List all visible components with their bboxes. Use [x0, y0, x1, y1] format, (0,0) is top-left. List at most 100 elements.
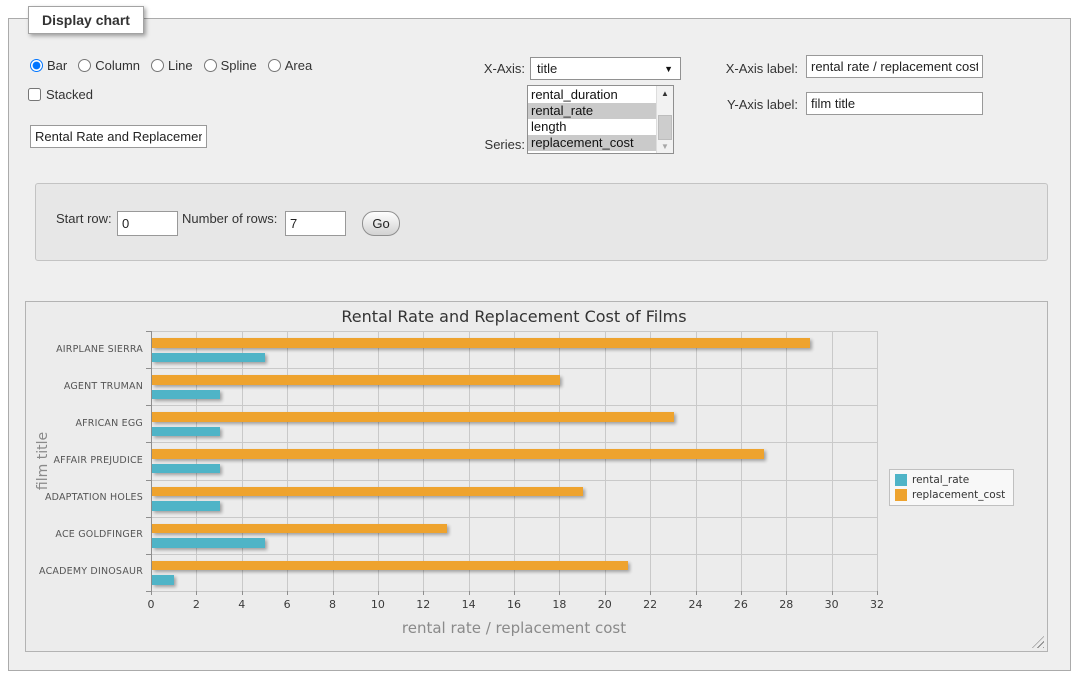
radio-label-bar: Bar [47, 58, 67, 73]
bar-replacement_cost [152, 524, 447, 534]
gridline-vertical [786, 331, 787, 591]
radio-area[interactable] [268, 59, 281, 72]
bar-replacement_cost [152, 449, 764, 459]
gridline-vertical [832, 331, 833, 591]
category-label: ACE GOLDFINGER [26, 529, 143, 541]
x-tick-label: 4 [222, 598, 262, 611]
bar-rental_rate [152, 501, 220, 511]
series-options: rental_durationrental_ratelengthreplacem… [528, 86, 656, 153]
radio-spline[interactable] [204, 59, 217, 72]
x-axis-tick [559, 591, 560, 595]
scrollbar-thumb[interactable] [658, 115, 672, 140]
bar-replacement_cost [152, 338, 810, 348]
chart-type-radio-group: Bar Column Line Spline Area [30, 55, 312, 75]
y-axis-label-input[interactable] [806, 92, 983, 115]
radio-label-area: Area [285, 58, 312, 73]
bar-replacement_cost [152, 412, 674, 422]
gridline-vertical [242, 331, 243, 591]
bar-rental_rate [152, 427, 220, 437]
category-label: ACADEMY DINOSAUR [26, 566, 143, 578]
gridline-vertical [741, 331, 742, 591]
category-label: AGENT TRUMAN [26, 381, 143, 393]
x-axis-tick [832, 591, 833, 595]
bar-rental_rate [152, 575, 174, 585]
series-option-rental_rate[interactable]: rental_rate [528, 103, 656, 119]
x-tick-label: 16 [494, 598, 534, 611]
x-tick-label: 24 [676, 598, 716, 611]
x-axis-tick [877, 591, 878, 595]
y-axis-tick [146, 331, 151, 332]
legend-item-rental_rate[interactable]: rental_rate [895, 474, 1005, 486]
x-tick-label: 18 [539, 598, 579, 611]
y-axis-label-label: Y-Axis label: [708, 97, 798, 112]
x-axis-tick [696, 591, 697, 595]
series-option-replacement_cost[interactable]: replacement_cost [528, 135, 656, 151]
series-listbox-scrollbar[interactable]: ▲ ▼ [656, 86, 673, 153]
x-axis-tick [242, 591, 243, 595]
y-axis-line [151, 331, 152, 591]
scroll-down-icon[interactable]: ▼ [657, 139, 673, 153]
plot-area [151, 331, 877, 591]
x-axis-select[interactable]: title ▼ [530, 57, 681, 80]
go-button[interactable]: Go [362, 211, 400, 236]
legend-swatch-rental_rate [895, 474, 907, 486]
x-tick-label: 12 [403, 598, 443, 611]
series-option-rental_duration[interactable]: rental_duration [528, 87, 656, 103]
scroll-up-icon[interactable]: ▲ [657, 86, 673, 100]
legend-label-rental_rate: rental_rate [912, 474, 969, 486]
start-row-input[interactable] [117, 211, 178, 236]
x-axis-label-input[interactable] [806, 55, 983, 78]
series-listbox[interactable]: rental_durationrental_ratelengthreplacem… [527, 85, 674, 154]
chart-title-input[interactable] [30, 125, 207, 148]
radio-line[interactable] [151, 59, 164, 72]
legend-label-replacement_cost: replacement_cost [912, 489, 1005, 501]
x-axis-tick [151, 591, 152, 595]
number-of-rows-input[interactable] [285, 211, 346, 236]
gridline-vertical [469, 331, 470, 591]
bar-replacement_cost [152, 487, 583, 497]
x-axis-tick [287, 591, 288, 595]
gridline-vertical [287, 331, 288, 591]
x-axis-title: rental rate / replacement cost [151, 619, 877, 637]
x-axis-tick [423, 591, 424, 595]
x-tick-label: 6 [267, 598, 307, 611]
gridline-vertical [696, 331, 697, 591]
gridline-vertical [650, 331, 651, 591]
chart-type-option-area: Area [268, 58, 312, 73]
radio-column[interactable] [78, 59, 91, 72]
stacked-checkbox[interactable] [28, 88, 41, 101]
series-option-length[interactable]: length [528, 119, 656, 135]
y-axis-tick [146, 442, 151, 443]
chart-type-option-bar: Bar [30, 58, 67, 73]
gridline-vertical [423, 331, 424, 591]
y-axis-tick [146, 405, 151, 406]
x-tick-label: 32 [857, 598, 897, 611]
chart-type-option-column: Column [78, 58, 140, 73]
y-axis-tick [146, 480, 151, 481]
stacked-label: Stacked [46, 87, 93, 102]
gridline-vertical [196, 331, 197, 591]
legend-swatch-replacement_cost [895, 489, 907, 501]
x-tick-label: 20 [585, 598, 625, 611]
x-axis-select-label: X-Axis: [460, 61, 525, 76]
x-axis-selected-value: title [537, 61, 557, 76]
x-axis-tick [741, 591, 742, 595]
start-row-label: Start row: [56, 211, 112, 226]
y-axis-tick [146, 368, 151, 369]
x-tick-label: 22 [630, 598, 670, 611]
resize-handle-icon[interactable] [1032, 636, 1044, 648]
x-axis-tick [469, 591, 470, 595]
fieldset-legend: Display chart [28, 6, 144, 34]
radio-label-line: Line [168, 58, 193, 73]
series-select-label: Series: [460, 137, 525, 152]
legend-item-replacement_cost[interactable]: replacement_cost [895, 489, 1005, 501]
x-tick-label: 28 [766, 598, 806, 611]
x-tick-label: 0 [131, 598, 171, 611]
stacked-row: Stacked [28, 87, 93, 102]
radio-bar[interactable] [30, 59, 43, 72]
chart-type-option-spline: Spline [204, 58, 257, 73]
x-axis-tick [650, 591, 651, 595]
gridline-vertical [877, 331, 878, 591]
x-axis-tick [786, 591, 787, 595]
x-axis-label-label: X-Axis label: [708, 61, 798, 76]
